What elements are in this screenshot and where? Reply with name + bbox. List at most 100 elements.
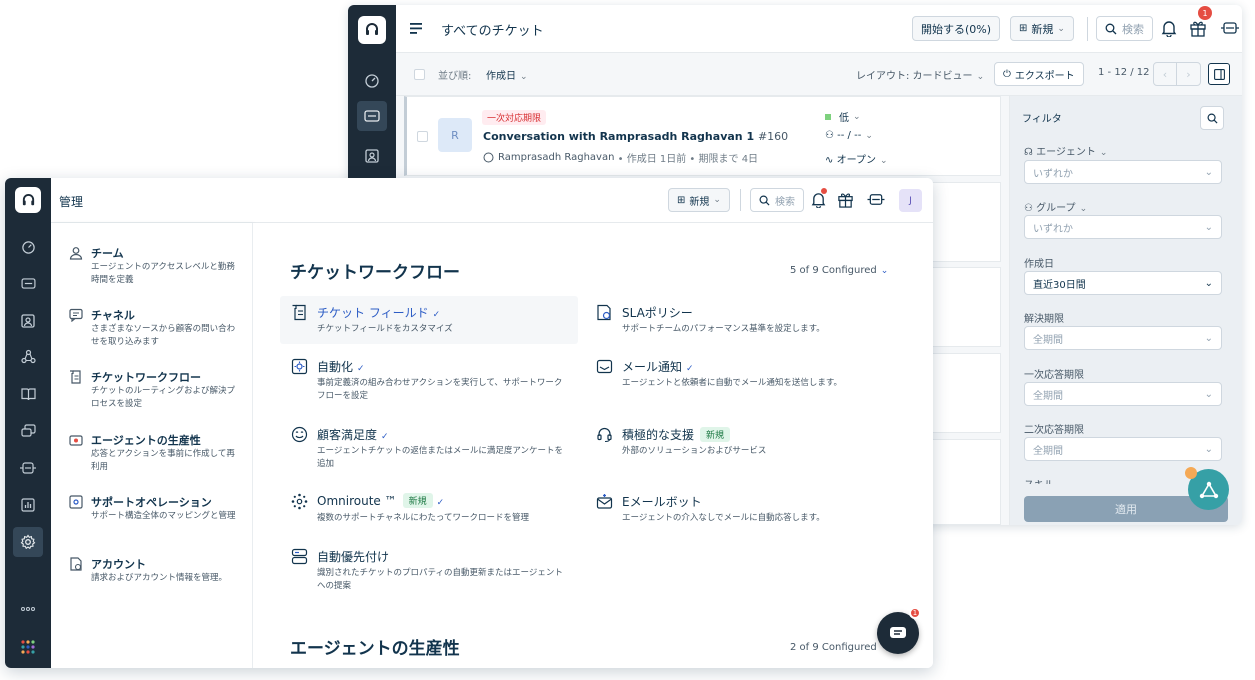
dashboard-icon[interactable] [17, 236, 39, 258]
filter-search-button[interactable] [1200, 106, 1224, 130]
requester-avatar: R [438, 118, 472, 152]
toggle-filter-panel-button[interactable] [1208, 63, 1230, 85]
item-desc: サポートチームのパフォーマンス基準を設定します。 [622, 324, 825, 334]
sort-dropdown[interactable]: 作成日 ⌄ [486, 67, 528, 82]
admin-settings-icon[interactable] [13, 527, 43, 557]
start-onboarding-button[interactable]: 開始する(0%) [912, 16, 1001, 41]
gift-icon[interactable] [1189, 19, 1207, 37]
item-title: メール通知 ✓ [622, 358, 694, 375]
more-icon[interactable] [17, 598, 39, 620]
configured-count: 5 of 9 Configured [790, 265, 877, 276]
check-icon: ✓ [432, 310, 441, 320]
social-icon[interactable] [17, 420, 39, 442]
plus-box-icon: ⊞ [677, 194, 686, 206]
select-value: いずれか [1033, 168, 1073, 180]
next-page-button[interactable]: › [1177, 63, 1200, 85]
pagination-controls: ‹ › [1153, 62, 1201, 86]
freshdesk-logo[interactable] [15, 187, 41, 213]
item-desc: 外部のソリューションおよびサービス [622, 446, 767, 456]
sidebar-item-title: エージェントの生産性 [91, 434, 201, 447]
search-button[interactable]: 検索 [750, 188, 804, 212]
tickets-nav-icon[interactable] [357, 101, 387, 131]
user-avatar[interactable]: J [899, 189, 922, 212]
chevron-down-icon: ⌄ [1204, 332, 1213, 344]
prev-page-button[interactable]: ‹ [1154, 63, 1178, 85]
dashboard-icon[interactable] [360, 69, 384, 93]
status-dropdown[interactable]: ∿ オープン ⌄ [825, 151, 888, 166]
item-email-bot[interactable]: Eメールボット エージェントの介入なしでメールに自動応答します。 [585, 485, 883, 533]
contacts-icon[interactable] [17, 310, 39, 332]
groups-icon[interactable] [17, 345, 39, 367]
apps-icon[interactable] [1220, 19, 1240, 37]
configured-count-dropdown-2[interactable]: 2 of 9 Configured [790, 642, 877, 653]
item-automation[interactable]: 自動化 ✓ 事前定義済の組み合わせアクションを実行して、サポートワークフローを設定 [280, 350, 578, 401]
ticket-title[interactable]: Conversation with Ramprasadh Raghavan 1 … [483, 130, 788, 143]
priority-dropdown[interactable]: 低 ⌄ [825, 109, 861, 124]
chat-bubble-icon [483, 152, 494, 163]
sidebar-item-title: チャネル [91, 309, 135, 322]
search-button[interactable]: 検索 [1096, 16, 1153, 41]
filter-agent-select[interactable]: いずれか ⌄ [1024, 160, 1222, 184]
bot-icon[interactable] [17, 457, 39, 479]
sidebar-item-title: サポートオペレーション [91, 496, 212, 509]
search-icon [1207, 113, 1218, 124]
admin-window: 管理 ⊞ 新規 ⌄ 検索 J チーム エージェントのアクセスレベルと勤務時間を定義 … [5, 178, 933, 668]
tickets-nav-icon[interactable] [17, 272, 39, 294]
item-proactive-support[interactable]: 積極的な支援 新規 外部のソリューションおよびサービス [585, 418, 883, 466]
new-button[interactable]: ⊞ 新規 ⌄ [668, 188, 730, 212]
filter-first-response-select[interactable]: 全期間 ⌄ [1024, 382, 1222, 406]
item-title-text: 顧客満足度 [317, 428, 378, 442]
filter-next-response-select[interactable]: 全期間 ⌄ [1024, 437, 1222, 461]
assignee-dropdown[interactable]: ⚇ -- / -- ⌄ [825, 130, 873, 141]
status-value: オープン [836, 155, 876, 166]
check-icon: ✓ [686, 364, 694, 374]
item-title: SLAポリシー [622, 306, 693, 320]
item-title: Omniroute ™ 新規 ✓ [317, 493, 444, 508]
item-auto-triage[interactable]: 自動優先付け 識別されたチケットのプロパティの自動更新またはエージェントへの提案 [280, 540, 578, 591]
app-switcher-icon[interactable] [17, 636, 39, 658]
ticket-checkbox[interactable] [417, 131, 428, 142]
page-title: すべてのチケット [441, 24, 544, 39]
apps-icon[interactable] [866, 191, 886, 208]
contacts-icon[interactable] [360, 144, 384, 168]
ticket-card[interactable]: R 一次対応期限 Conversation with Ramprasadh Ra… [404, 96, 1001, 176]
item-email-notifications[interactable]: メール通知 ✓ エージェントと依頼者に自動でメール通知を送信します。 [585, 350, 883, 398]
ticket-dates: • 作成日 1日前 • 期限まで 4日 [617, 154, 759, 165]
select-all-checkbox[interactable] [414, 69, 425, 80]
gift-icon[interactable] [837, 191, 854, 208]
filter-group-select[interactable]: いずれか ⌄ [1024, 215, 1222, 239]
chevron-down-icon: ⌄ [1079, 204, 1088, 214]
gift-badge: 1 [1198, 6, 1212, 20]
filter-label-agent[interactable]: ☊ エージェント ⌄ [1024, 143, 1107, 158]
menu-icon[interactable] [410, 23, 422, 34]
export-button[interactable]: ⏻ エクスポート [994, 62, 1084, 86]
item-ticket-fields[interactable]: チケット フィールド ✓ チケットフィールドをカスタマイズ [280, 296, 578, 344]
account-icon [70, 557, 82, 571]
layout-dropdown[interactable]: レイアウト: カードビュー ⌄ [856, 67, 984, 82]
productivity-icon [69, 435, 83, 446]
chevron-down-icon: ⌄ [879, 156, 888, 166]
sidebar-item-desc: サポート構造全体のマッピングと管理 [91, 511, 236, 521]
select-value: いずれか [1033, 223, 1073, 235]
filter-label-group[interactable]: ⚇ グループ ⌄ [1024, 199, 1087, 214]
reports-icon[interactable] [17, 494, 39, 516]
item-customer-satisfaction[interactable]: 顧客満足度 ✓ エージェントチケットの返信またはメールに満足度アンケートを追加 [280, 418, 578, 469]
headset-logo-icon [22, 193, 34, 205]
configured-count-dropdown[interactable]: 5 of 9 Configured ⌄ [790, 265, 888, 276]
chat-icon [890, 627, 906, 638]
freshdesk-logo[interactable] [358, 16, 386, 44]
bell-icon[interactable] [1161, 19, 1177, 37]
item-omniroute[interactable]: Omniroute ™ 新規 ✓ 複数のサポートチャネルにわたってワークロードを管理 [280, 485, 578, 533]
item-sla-policy[interactable]: SLAポリシー サポートチームのパフォーマンス基準を設定します。 [585, 296, 883, 344]
filter-created-select[interactable]: 直近30日間 ⌄ [1024, 271, 1222, 295]
page-title: 管理 [59, 195, 84, 209]
item-title: 顧客満足度 ✓ [317, 426, 389, 443]
notification-dot [821, 188, 827, 194]
knowledge-base-icon[interactable] [17, 383, 39, 405]
new-button[interactable]: ⊞ 新規 ⌄ [1010, 16, 1074, 41]
filter-resolution-select[interactable]: 全期間 ⌄ [1024, 326, 1222, 350]
automation-icon [291, 358, 308, 375]
email-bot-icon [596, 494, 613, 509]
item-title-text: Omniroute ™ [317, 494, 397, 508]
chevron-down-icon: ⌄ [1204, 277, 1213, 289]
